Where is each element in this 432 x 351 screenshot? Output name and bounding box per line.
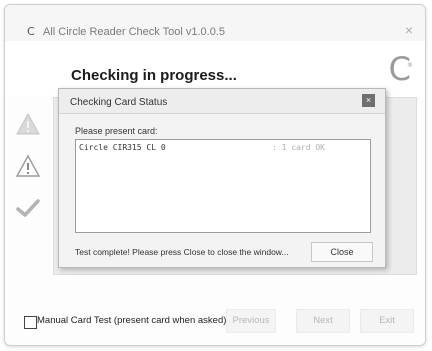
previous-button[interactable]: Previous — [226, 309, 276, 333]
warning-triangle-icon — [16, 112, 40, 135]
brand-logo-letter: C — [388, 50, 411, 88]
app-logo-icon: C — [27, 25, 35, 38]
window-title: All Circle Reader Check Tool v1.0.0.5 — [43, 26, 225, 38]
checkmark-icon — [16, 199, 40, 217]
manual-test-checkbox[interactable] — [24, 316, 37, 329]
window-close-button[interactable]: × — [405, 23, 413, 37]
checking-card-dialog: Checking Card Status × Please present ca… — [58, 88, 386, 268]
exit-button[interactable]: Exit — [360, 309, 414, 333]
brand-logo-icon: C ® — [388, 50, 413, 88]
dialog-title: Checking Card Status — [70, 97, 168, 108]
list-item[interactable]: Circle CIR315 CL 0 : 1 card OK — [76, 142, 370, 154]
step-indicator-strip — [15, 97, 51, 273]
close-button[interactable]: Close — [311, 242, 373, 262]
page-heading: Checking in progress... — [71, 67, 237, 84]
manual-test-label[interactable]: Manual Card Test (present card when aske… — [37, 315, 226, 326]
reader-name: Circle CIR315 CL 0 — [79, 143, 166, 152]
title-bar: C All Circle Reader Check Tool v1.0.0.5 … — [5, 5, 425, 41]
status-message: Test complete! Please press Close to clo… — [75, 247, 289, 257]
next-button[interactable]: Next — [296, 309, 350, 333]
reader-status: : 1 card OK — [272, 143, 325, 152]
dialog-close-icon[interactable]: × — [362, 94, 375, 107]
reader-list[interactable]: Circle CIR315 CL 0 : 1 card OK — [75, 139, 371, 233]
dialog-title-bar: Checking Card Status × — [59, 89, 385, 114]
warning-triangle-icon — [15, 154, 41, 177]
present-card-label: Please present card: — [75, 126, 158, 136]
registered-mark: ® — [407, 62, 413, 69]
